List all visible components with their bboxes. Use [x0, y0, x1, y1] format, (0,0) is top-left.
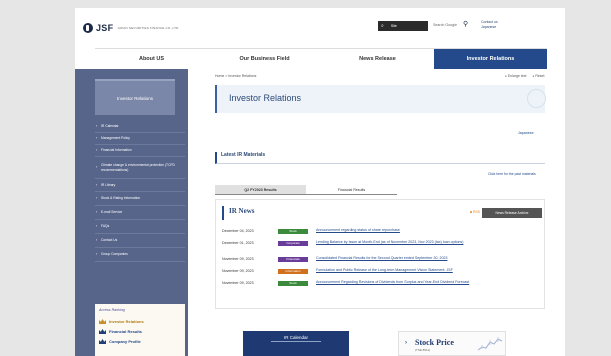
breadcrumb[interactable]: Home > Investor Relations [215, 74, 256, 78]
past-materials-link[interactable]: Click here for the past materials [488, 172, 536, 176]
news-category-badge: Stock [278, 228, 308, 234]
news-category-badge: Corporate [278, 240, 308, 246]
news-link[interactable]: Formulation and Public Release of the Lo… [316, 268, 536, 273]
japanese-link[interactable]: Japanese [518, 131, 534, 135]
latest-ir-materials-heading: Latest IR Materials [215, 152, 545, 164]
sidebar-item-faqs[interactable]: FAQs [95, 220, 185, 234]
news-link[interactable]: Consolidated Financial Results for the S… [316, 256, 536, 261]
ranking-item-2[interactable]: Financial Results [99, 326, 181, 336]
sidebar-item-climate-change[interactable]: Climate change & environmental protectio… [95, 157, 185, 179]
sidebar-item-stock-rating[interactable]: Stock & Rating Information [95, 192, 185, 206]
ir-news-panel: IR News ◙ RSS News Release Archive Decem… [215, 199, 545, 309]
site-logo[interactable]: JSF JAPAN SECURITIES FINANCE CO.,LTD. [83, 23, 180, 33]
news-date: December 01, 2023 [222, 241, 254, 245]
site-search-button[interactable]: ⌕ Site [378, 21, 428, 31]
news-link[interactable]: Announcement Regarding Revisions of Divi… [316, 280, 536, 285]
page: JSF JAPAN SECURITIES FINANCE CO.,LTD. ⌕ … [75, 8, 565, 356]
sidebar-item-email-service[interactable]: E-mail Service [95, 206, 185, 220]
tab-q2-results[interactable]: Q2 FY2023 Results [215, 185, 306, 194]
nav-news-release[interactable]: News Release [321, 49, 434, 69]
news-category-badge: Stock [278, 280, 308, 286]
news-category-badge: Information [278, 268, 308, 274]
sidebar: Investor Relations IR Calendar Managemen… [75, 69, 188, 356]
ranking-item-label: Financial Results [109, 328, 142, 334]
news-link[interactable]: Announcement regarding status of share r… [316, 228, 536, 233]
logo-mark-icon [83, 23, 93, 33]
ranking-item-1[interactable]: Investor Relations [99, 316, 181, 326]
reset-text-button[interactable]: Reset [533, 74, 544, 78]
nav-about-us[interactable]: About US [95, 49, 208, 69]
bottom-banners: IR Calendar › Stock Price (TSE 8511) [215, 325, 545, 356]
nav-investor-relations[interactable]: Investor Relations [434, 49, 547, 69]
enlarge-text-button[interactable]: Enlarge text [505, 74, 527, 78]
ranking-item-label: Company Profile [109, 338, 141, 344]
news-item: December 01, 2023 Corporate Lending Balanc… [222, 240, 540, 256]
global-nav: About US Our Business Field News Release… [95, 48, 547, 69]
crown-silver-icon [99, 328, 106, 334]
news-item: November 09, 2023 Stock Announcement Regar… [222, 280, 540, 296]
stock-code: (TSE 8511) [415, 348, 431, 352]
sidebar-item-management-policy[interactable]: Management Policy [95, 133, 185, 145]
text-size-controls: Enlarge text Reset [505, 74, 545, 78]
stock-chart-icon [477, 337, 503, 351]
page-title: Investor Relations [229, 93, 302, 103]
ranking-item-3[interactable]: Company Profile [99, 336, 181, 346]
news-category-badge: Financials [278, 256, 308, 262]
rss-link[interactable]: ◙ RSS [470, 210, 480, 214]
news-date: November 09, 2023 [222, 257, 254, 261]
news-item: November 09, 2023 Information Formulation … [222, 268, 540, 280]
sidebar-menu: IR Calendar Management Policy Financial … [95, 121, 185, 262]
ir-news-title: IR News [229, 207, 255, 215]
tab-financial-results[interactable]: Financial Results [306, 185, 397, 194]
news-item: November 09, 2023 Financials Consolidated … [222, 256, 540, 268]
news-item: December 04, 2023 Stock Announcement regar… [222, 228, 540, 240]
crown-bronze-icon [99, 338, 106, 344]
page-title-box: Investor Relations [215, 85, 546, 113]
sidebar-heading[interactable]: Investor Relations [95, 79, 175, 115]
ranking-item-label: Investor Relations [109, 318, 144, 324]
arrow-right-icon: › [405, 340, 407, 346]
news-date: November 09, 2023 [222, 269, 254, 273]
ir-calendar-banner[interactable]: IR Calendar [243, 331, 349, 356]
nav-business-field[interactable]: Our Business Field [208, 49, 321, 69]
header-links: Contact us Japanese [481, 20, 498, 30]
site-header: JSF JAPAN SECURITIES FINANCE CO.,LTD. ⌕ … [75, 8, 565, 48]
search-button-label: Site [390, 24, 397, 28]
materials-tabs: Q2 FY2023 Results Financial Results [215, 185, 397, 195]
sidebar-item-contact-us[interactable]: Contact Us [95, 234, 185, 248]
logo-subtitle: JAPAN SECURITIES FINANCE CO.,LTD. [117, 26, 180, 30]
main-content: Home > Investor Relations Enlarge text R… [200, 69, 560, 356]
sidebar-item-financial-information[interactable]: Financial Information [95, 145, 185, 157]
access-ranking: Access Ranking Investor Relations Financ… [95, 304, 185, 356]
title-decoration-icon [527, 89, 546, 108]
japanese-header-link[interactable]: Japanese [481, 25, 498, 30]
news-link[interactable]: Lending Balance by Issue at Month-End (a… [316, 240, 536, 245]
news-archive-button[interactable]: News Release Archive [482, 208, 542, 218]
sidebar-item-ir-library[interactable]: IR Library [95, 179, 185, 192]
search-icon: ⌕ [381, 23, 384, 29]
rss-icon: ◙ [470, 210, 473, 214]
stock-price-label: Stock Price [415, 338, 454, 347]
sidebar-item-group-companies[interactable]: Group Companies [95, 248, 185, 262]
stock-price-banner[interactable]: › Stock Price (TSE 8511) [398, 331, 506, 356]
ir-news-header: IR News ◙ RSS News Release Archive [222, 206, 542, 220]
news-date: November 09, 2023 [222, 281, 254, 285]
access-ranking-title: Access Ranking [99, 308, 125, 312]
logo-text: JSF [96, 23, 114, 33]
news-date: December 04, 2023 [222, 229, 254, 233]
ir-calendar-divider [271, 341, 321, 342]
google-search-link[interactable]: Search Google [433, 23, 457, 27]
sidebar-item-ir-calendar[interactable]: IR Calendar [95, 121, 185, 133]
rss-label: RSS [473, 210, 480, 214]
ir-calendar-label: IR Calendar [283, 335, 308, 340]
crown-gold-icon [99, 318, 106, 324]
news-list: December 04, 2023 Stock Announcement regar… [222, 228, 540, 296]
magnifier-icon[interactable]: ⚲ [463, 20, 468, 28]
